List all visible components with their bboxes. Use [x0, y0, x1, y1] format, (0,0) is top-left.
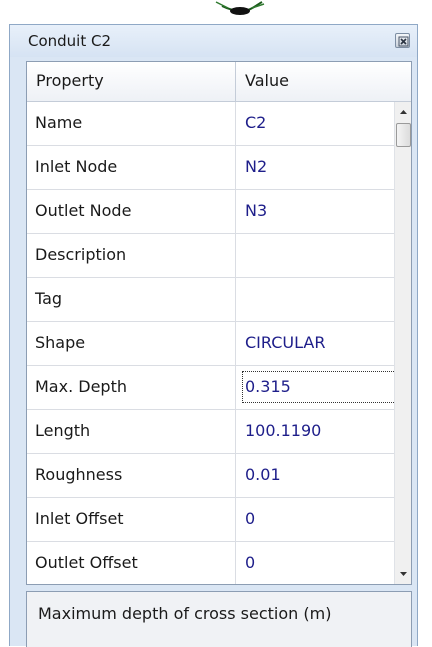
property-name-cell[interactable]: Description — [27, 234, 236, 277]
property-name-cell[interactable]: Outlet Offset — [27, 542, 236, 584]
column-header-value[interactable]: Value — [236, 62, 411, 101]
property-value-cell[interactable]: 100.1190 — [236, 410, 394, 453]
property-value-text: 0 — [245, 553, 256, 572]
property-name-cell[interactable]: Inlet Offset — [27, 498, 236, 541]
property-value-text: 0.315 — [242, 371, 396, 403]
property-row[interactable]: Length 100.1190 — [27, 410, 394, 454]
scroll-thumb[interactable] — [396, 123, 411, 147]
property-row[interactable]: Shape CIRCULAR — [27, 322, 394, 366]
property-row[interactable]: Inlet Node N2 — [27, 146, 394, 190]
property-rows: Name C2 Inlet Node N2 Outlet Node N3 Descripti… — [27, 102, 396, 584]
property-name-cell[interactable]: Outlet Node — [27, 190, 236, 233]
property-value-cell[interactable]: N3 — [236, 190, 394, 233]
property-editor-window: Conduit C2 Property Value Name C2 Inlet No… — [9, 24, 418, 647]
property-name-cell[interactable]: Max. Depth — [27, 366, 236, 409]
arrow-down-icon — [400, 572, 407, 576]
property-value-cell[interactable]: C2 — [236, 102, 394, 145]
property-row[interactable]: Inlet Offset 0 — [27, 498, 394, 542]
property-value-cell[interactable]: 0.315 — [236, 366, 396, 409]
property-value-text: N2 — [245, 157, 268, 176]
title-bar[interactable]: Conduit C2 — [10, 25, 417, 57]
close-icon — [398, 36, 409, 47]
property-value-text: 0 — [245, 509, 256, 528]
property-value-text: CIRCULAR — [245, 333, 326, 352]
property-row[interactable]: Tag — [27, 278, 394, 322]
vertical-scrollbar[interactable] — [394, 102, 411, 584]
arrow-up-icon — [400, 110, 407, 114]
property-value-text: C2 — [245, 113, 267, 132]
property-value-cell[interactable]: 0 — [236, 542, 394, 584]
property-row[interactable]: Name C2 — [27, 102, 394, 146]
property-value-cell[interactable] — [236, 234, 394, 277]
property-value-cell[interactable]: N2 — [236, 146, 394, 189]
close-button[interactable] — [395, 33, 410, 48]
property-name-cell[interactable]: Shape — [27, 322, 236, 365]
scroll-up-button[interactable] — [395, 104, 411, 121]
property-value-cell[interactable] — [236, 278, 394, 321]
scroll-down-button[interactable] — [395, 565, 411, 582]
property-name-cell[interactable]: Name — [27, 102, 236, 145]
property-row[interactable]: Outlet Node N3 — [27, 190, 394, 234]
property-grid: Property Value Name C2 Inlet Node N2 Outlet … — [26, 61, 412, 585]
property-value-text: 100.1190 — [245, 421, 322, 440]
property-row[interactable]: Outlet Offset 0 — [27, 542, 394, 584]
property-name-cell[interactable]: Roughness — [27, 454, 236, 497]
property-row[interactable]: Max. Depth 0.315 — [27, 366, 396, 410]
property-name-cell[interactable]: Length — [27, 410, 236, 453]
property-name-cell[interactable]: Inlet Node — [27, 146, 236, 189]
property-description: Maximum depth of cross section (m) — [26, 591, 412, 647]
grid-header: Property Value — [27, 62, 411, 102]
property-row[interactable]: Description — [27, 234, 394, 278]
property-value-cell[interactable]: CIRCULAR — [236, 322, 394, 365]
property-value-cell[interactable]: 0 — [236, 498, 394, 541]
property-value-cell[interactable]: 0.01 — [236, 454, 394, 497]
background-map-fragment — [208, 0, 268, 16]
column-header-property[interactable]: Property — [27, 62, 236, 101]
window-title: Conduit C2 — [28, 32, 112, 50]
property-row[interactable]: Roughness 0.01 — [27, 454, 394, 498]
property-value-text: 0.01 — [245, 465, 281, 484]
property-name-cell[interactable]: Tag — [27, 278, 236, 321]
property-value-text: N3 — [245, 201, 268, 220]
